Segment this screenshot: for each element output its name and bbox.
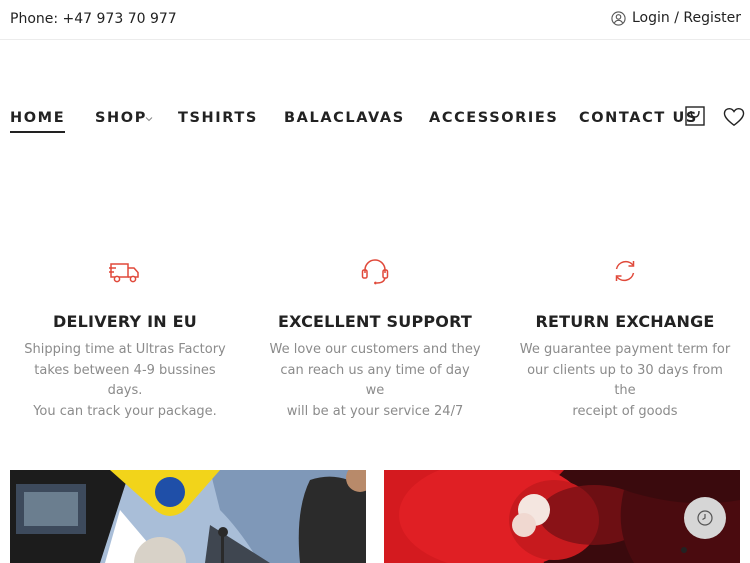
nav-item-accessories[interactable]: ACCESSORIES bbox=[429, 110, 558, 126]
feature-description: Shipping time at Ultras Factory takes be… bbox=[24, 342, 226, 419]
phone-number: Phone: +47 973 70 977 bbox=[10, 11, 177, 27]
feature-title: DELIVERY IN EU bbox=[53, 312, 197, 331]
main-nav: HOME SHOP TSHIRTS BALACLAVAS ACCESSORIES… bbox=[0, 100, 750, 140]
headset-icon bbox=[361, 259, 389, 285]
feature-title: EXCELLENT SUPPORT bbox=[277, 312, 473, 331]
feature-support: EXCELLENT SUPPORT We love our customers … bbox=[255, 255, 495, 422]
user-circle-icon bbox=[611, 10, 626, 26]
login-register-label: Login / Register bbox=[631, 10, 741, 26]
heart-icon[interactable] bbox=[723, 107, 745, 127]
refresh-icon bbox=[615, 260, 635, 282]
feature-delivery: DELIVERY IN EU Shipping time at Ultras F… bbox=[5, 255, 245, 422]
shopping-bag-icon[interactable] bbox=[685, 106, 705, 126]
tshirts-photo-illustration bbox=[10, 470, 366, 563]
nav-item-balaclavas[interactable]: BALACLAVAS bbox=[284, 110, 405, 126]
feature-return: RETURN EXCHANGE We guarantee payment ter… bbox=[505, 255, 745, 422]
banner-tshirts-photo[interactable] bbox=[10, 470, 366, 563]
nav-item-home[interactable]: HOME bbox=[10, 110, 66, 133]
clock-icon bbox=[697, 510, 713, 526]
delivery-truck-icon bbox=[109, 263, 139, 283]
nav-item-tshirts[interactable]: TSHIRTS bbox=[178, 110, 258, 126]
feature-description: We guarantee payment term for our client… bbox=[519, 342, 731, 419]
nav-item-contact-us[interactable]: CONTACT US bbox=[579, 110, 698, 126]
login-register-link[interactable]: Login / Register bbox=[611, 10, 741, 26]
top-bar: Phone: +47 973 70 977 Login / Register bbox=[0, 0, 750, 40]
feature-title: RETURN EXCHANGE bbox=[535, 312, 715, 331]
feature-description: We love our customers and they can reach… bbox=[269, 342, 481, 419]
chevron-down-icon[interactable] bbox=[145, 115, 153, 123]
nav-item-shop[interactable]: SHOP bbox=[95, 110, 147, 126]
history-button[interactable] bbox=[684, 497, 726, 539]
